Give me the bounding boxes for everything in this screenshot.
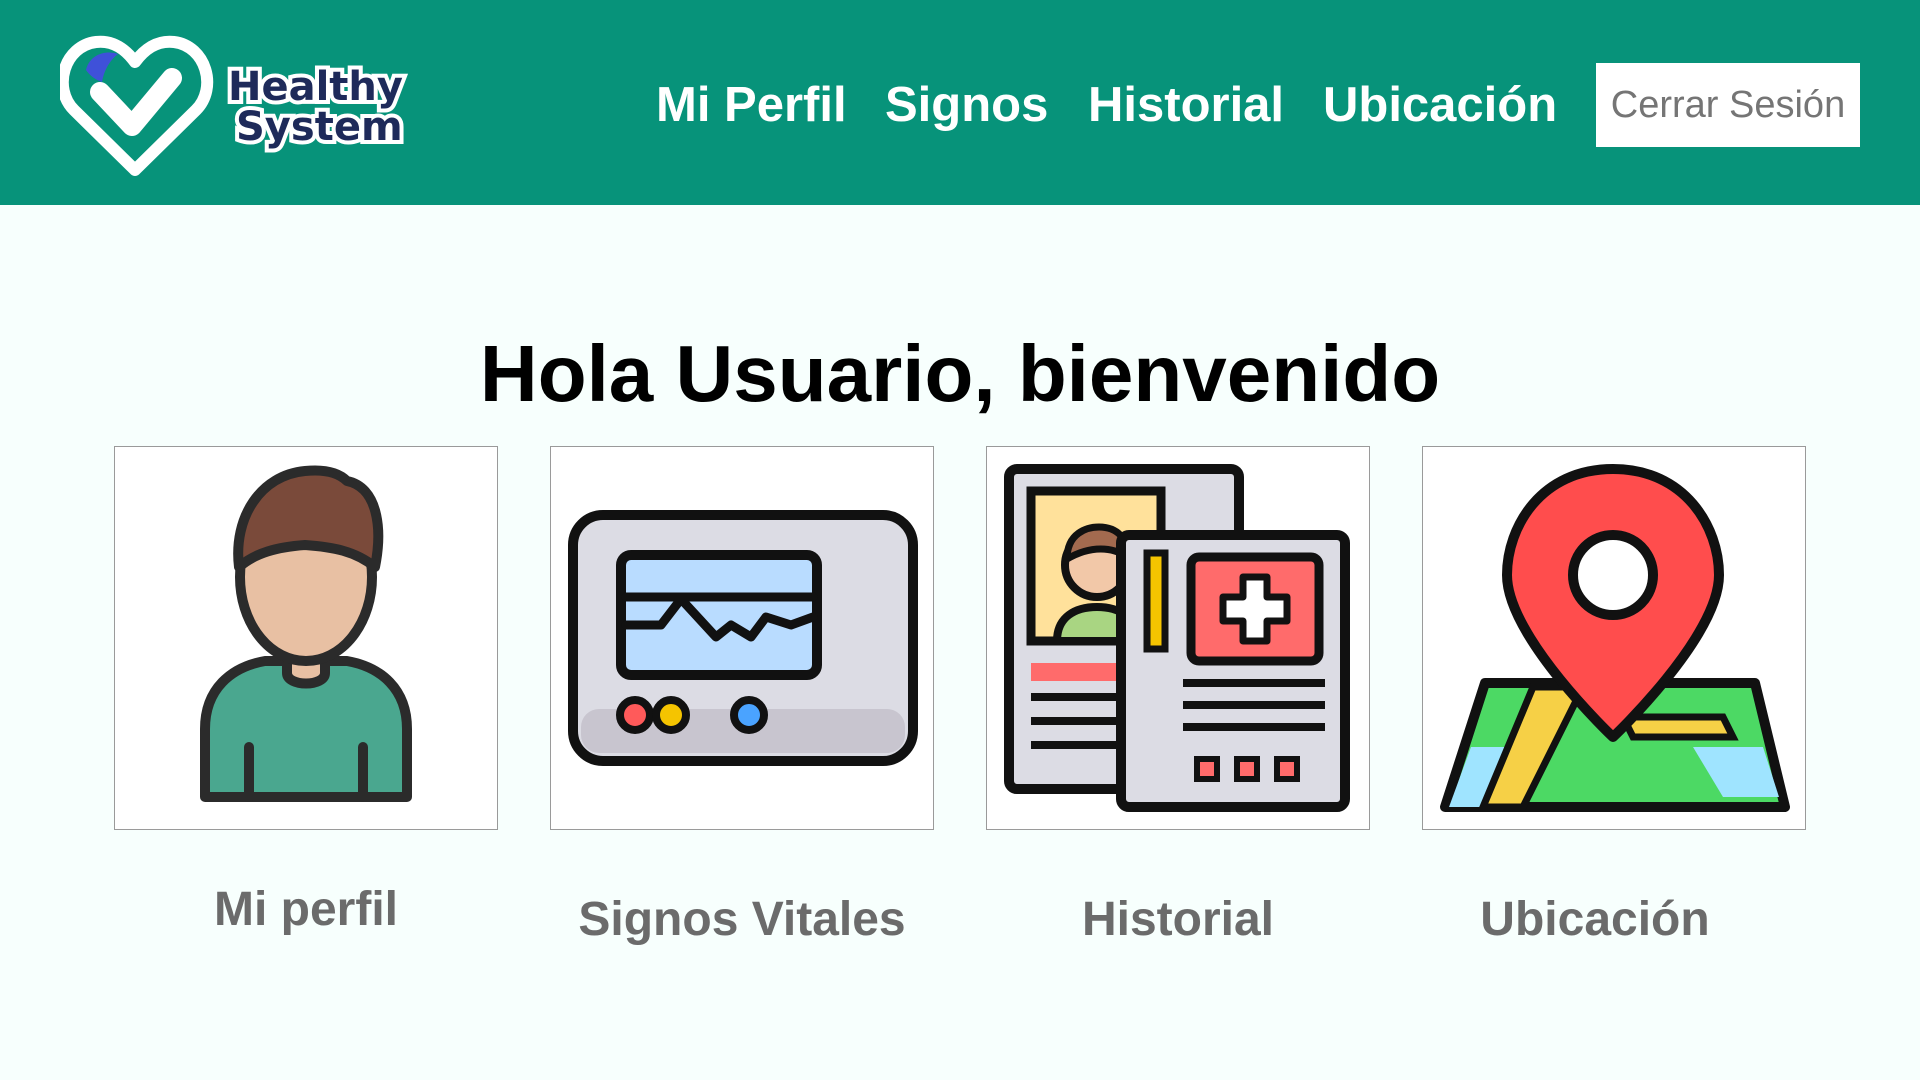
card-mi-perfil[interactable] [114,446,498,830]
healthy-system-logo[interactable]: Healthy System [60,30,420,180]
nav-link-mi-perfil[interactable]: Mi Perfil [656,70,847,140]
top-navigation-bar: Healthy System Mi Perfil Signos Historia… [0,0,1920,205]
card-historial[interactable] [986,446,1370,830]
welcome-heading: Hola Usuario, bienvenido [479,328,1441,418]
logo-text-line2: System [236,104,403,150]
card-label-historial[interactable]: Historial [986,890,1370,950]
user-profile-icon [200,465,412,802]
card-label-ubicacion[interactable]: Ubicación [1403,890,1787,950]
vital-signs-monitor-icon [568,510,918,766]
heart-check-logo-icon: Healthy System [60,35,407,176]
card-label-signos-vitales[interactable]: Signos Vitales [550,890,934,950]
nav-link-ubicacion[interactable]: Ubicación [1323,70,1557,140]
card-ubicacion[interactable] [1422,446,1806,830]
nav-link-historial[interactable]: Historial [1088,70,1284,140]
nav-link-signos[interactable]: Signos [885,70,1048,140]
logout-button[interactable]: Cerrar Sesión [1596,63,1860,147]
card-label-mi-perfil[interactable]: Mi perfil [114,880,498,940]
map-location-pin-icon [1440,464,1790,812]
medical-record-icon [1004,464,1350,812]
card-signos-vitales[interactable] [550,446,934,830]
